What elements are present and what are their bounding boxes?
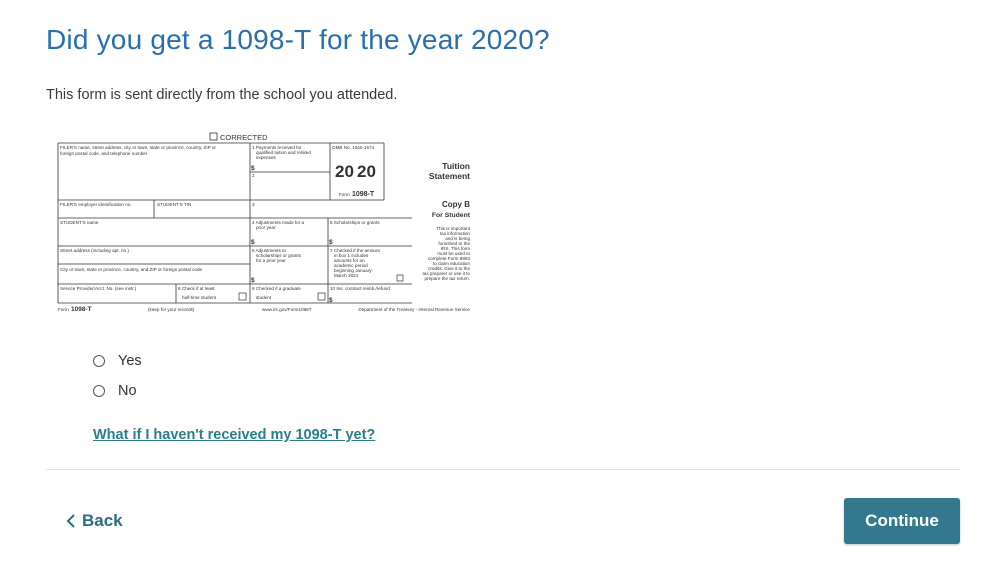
form-box3-label: 3 xyxy=(252,202,255,207)
form-box1-label-3: expenses xyxy=(256,155,276,160)
form-footer-form-label: Form xyxy=(58,307,69,312)
back-button-label: Back xyxy=(82,511,123,530)
form-box9-label: 9 Checked if a graduate xyxy=(252,286,301,291)
form-box6-label-3: for a prior year xyxy=(256,258,286,263)
form-street-label: Street address (including apt. no.) xyxy=(60,248,129,253)
form-box9-label-2: student xyxy=(256,295,272,300)
form-box4-label-2: prior year xyxy=(256,225,276,230)
form-dollar-sign: $ xyxy=(251,165,255,172)
form-dollar-sign: $ xyxy=(329,297,333,304)
page-title: Did you get a 1098-T for the year 2020? xyxy=(46,24,550,55)
form-footer-dept: Department of the Treasury - Internal Re… xyxy=(358,307,470,312)
radio-option-yes[interactable]: Yes xyxy=(93,353,142,369)
form-statement-title: Tuition xyxy=(442,161,470,171)
form-dollar-sign: $ xyxy=(329,239,333,246)
form-form-label: Form xyxy=(339,192,350,197)
form-city-label: City or town, state or province, country… xyxy=(60,267,202,272)
form-1098t-graphic: CORRECTED FILER'S name, street address, … xyxy=(57,132,471,313)
form-box8-label: 8 Check if at least xyxy=(178,286,215,291)
back-button[interactable]: Back xyxy=(66,511,123,531)
radio-label-no: No xyxy=(118,383,137,399)
form-dollar-sign: $ xyxy=(251,277,255,284)
chevron-left-icon xyxy=(66,514,75,528)
form-service-label: Service Provider/Acct. No. (see instr.) xyxy=(60,286,137,291)
form-omb-label: OMB No. 1545-1574 xyxy=(332,145,375,150)
radio-option-no[interactable]: No xyxy=(93,383,137,399)
form-form-number: 1098-T xyxy=(352,191,375,198)
form-box8-label-2: half-time student xyxy=(182,295,217,300)
form-info-line: prepare the tax return. xyxy=(425,276,470,281)
form-box5-label: 5 Scholarships or grants xyxy=(330,220,380,225)
form-1098t-image: CORRECTED FILER'S name, street address, … xyxy=(54,130,474,316)
form-copy-b: Copy B xyxy=(442,200,470,209)
form-filer-name-label-2: foreign postal code, and telephone numbe… xyxy=(60,151,148,156)
continue-button[interactable]: Continue xyxy=(844,498,960,544)
radio-label-yes: Yes xyxy=(118,353,142,369)
form-footer-keep: (keep for your records) xyxy=(148,307,195,312)
form-filer-ein-label: FILER'S employer identification no. xyxy=(60,202,132,207)
form-box8-checkbox xyxy=(238,292,247,301)
form-year-bold: 20 xyxy=(357,162,376,181)
form-statement-title-2: Statement xyxy=(429,171,470,181)
radio-button-no[interactable] xyxy=(93,385,105,397)
form-box7-checkbox xyxy=(396,274,404,282)
form-dollar-sign: $ xyxy=(251,239,255,246)
form-box7-label-6: March 2021 xyxy=(334,273,359,278)
form-footer-url: www.irs.gov/Form1098T xyxy=(262,307,312,312)
page-subtitle: This form is sent directly from the scho… xyxy=(46,87,398,103)
form-footer-number: 1098-T xyxy=(71,306,92,313)
form-box2-label: 2 xyxy=(252,173,255,178)
form-filer-name-label: FILER'S name, street address, city or to… xyxy=(60,145,216,150)
radio-button-yes[interactable] xyxy=(93,355,105,367)
form-box10-label: 10 Ins. contract reimb./refund xyxy=(330,286,390,291)
form-year-outline: 20 xyxy=(335,162,354,181)
help-link-not-received[interactable]: What if I haven't received my 1098-T yet… xyxy=(93,427,375,443)
form-box9-checkbox xyxy=(317,292,326,301)
form-for-student: For Student xyxy=(432,212,471,219)
form-student-tin-label: STUDENT'S TIN xyxy=(157,202,191,207)
form-corrected-label: CORRECTED xyxy=(220,133,268,142)
form-student-name-label: STUDENT'S name xyxy=(60,220,99,225)
divider xyxy=(46,469,960,470)
